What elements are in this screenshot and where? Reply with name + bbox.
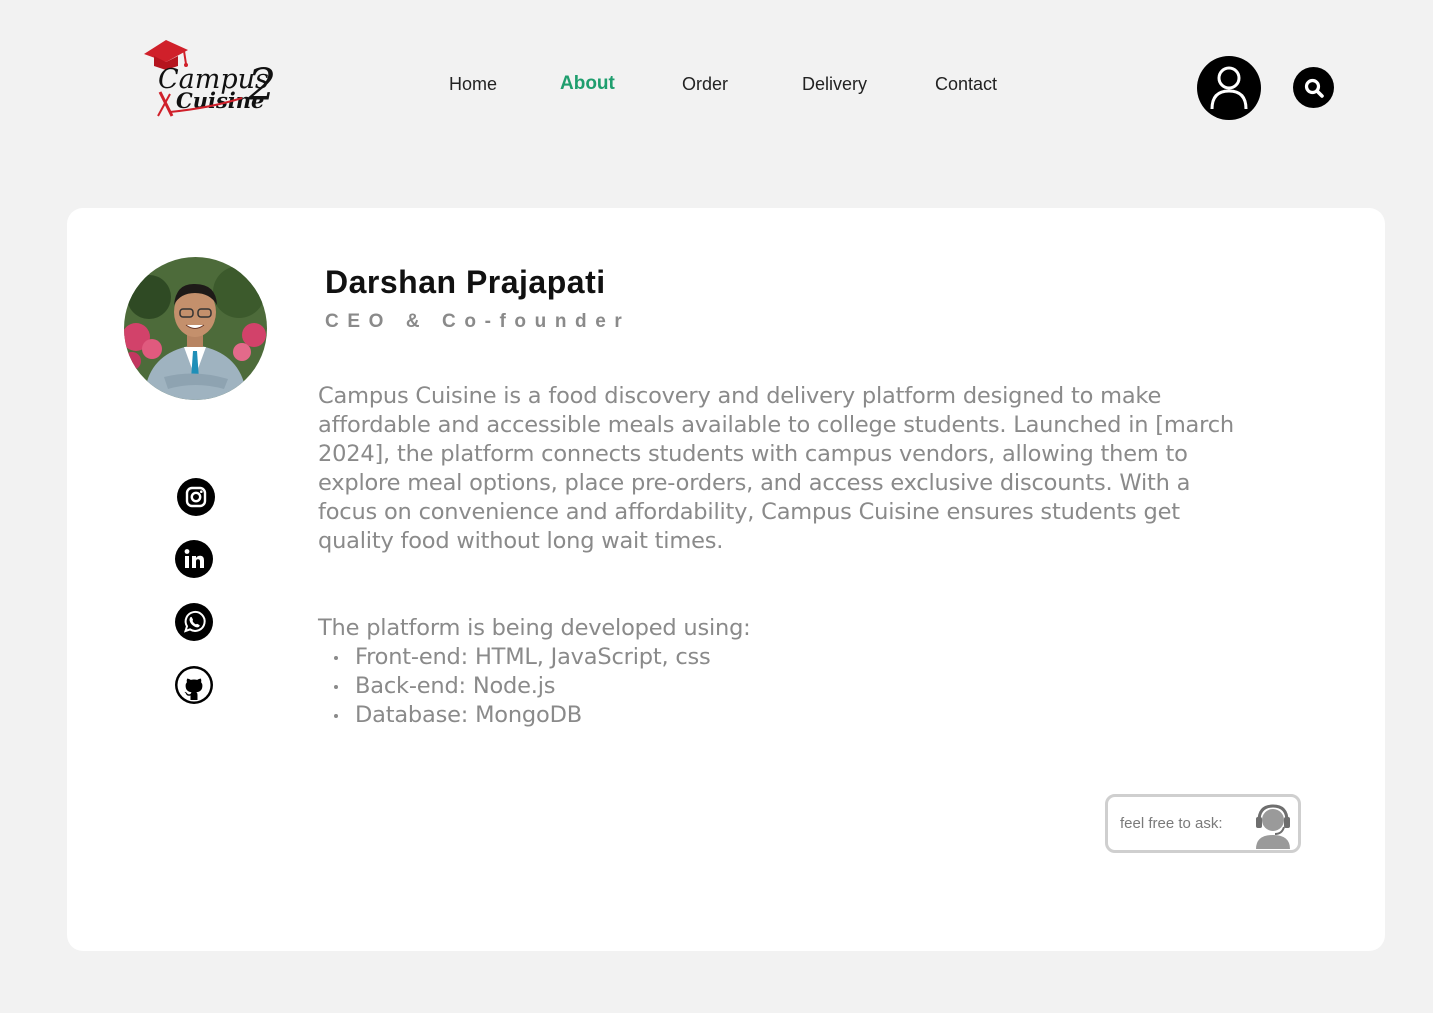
user-icon — [1210, 66, 1248, 110]
nav-home[interactable]: Home — [449, 74, 497, 95]
profile-name: Darshan Prajapati — [325, 264, 606, 300]
support-agent-icon — [1252, 803, 1294, 849]
nav-contact[interactable]: Contact — [935, 74, 997, 95]
tech-stack-title: The platform is being developed using: — [318, 615, 751, 641]
profile-bio: Campus Cuisine is a food discovery and d… — [318, 383, 1234, 554]
search-icon — [1304, 78, 1324, 98]
tech-stack-item: Back-end: Node.js — [318, 672, 711, 701]
instagram-link[interactable] — [176, 477, 216, 517]
search-button[interactable] — [1293, 67, 1334, 108]
instagram-icon — [177, 478, 215, 516]
tech-stack-item: Database: MongoDB — [318, 701, 711, 730]
linkedin-link[interactable] — [174, 539, 214, 579]
ask-support-button[interactable]: feel free to ask: — [1105, 794, 1301, 853]
tech-stack-list: Front-end: HTML, JavaScript, css Back-en… — [318, 643, 711, 730]
profile-card: Darshan Prajapati CEO & Co-founder Campu… — [67, 208, 1385, 951]
whatsapp-link[interactable] — [174, 602, 214, 642]
about-page: Campus Cuisine 2 Home About Order Delive… — [0, 0, 1433, 1013]
github-link[interactable] — [174, 665, 214, 705]
nav-about[interactable]: About — [560, 73, 615, 95]
tech-stack-item: Front-end: HTML, JavaScript, css — [318, 643, 711, 672]
user-account-button[interactable] — [1197, 56, 1261, 120]
profile-role: CEO & Co-founder — [325, 311, 631, 332]
github-icon — [175, 666, 213, 704]
profile-avatar — [124, 257, 267, 400]
nav-order[interactable]: Order — [682, 74, 728, 95]
whatsapp-icon — [175, 603, 213, 641]
nav-delivery[interactable]: Delivery — [802, 74, 867, 95]
ask-support-label: feel free to ask: — [1120, 815, 1223, 832]
linkedin-icon — [175, 540, 213, 578]
